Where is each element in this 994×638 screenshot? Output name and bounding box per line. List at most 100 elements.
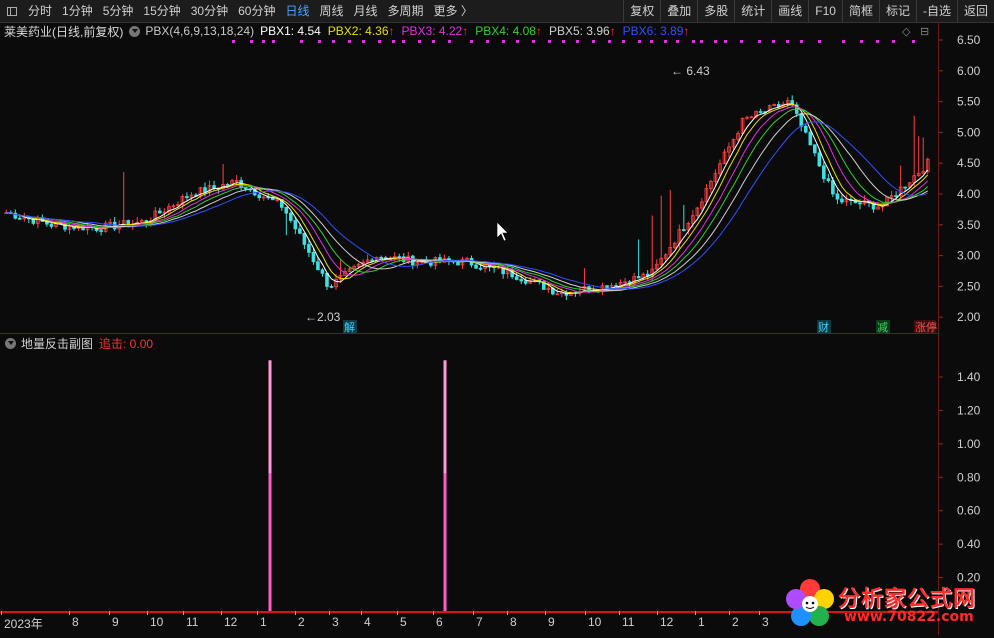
period-tab-timeshare[interactable]: 分时 — [23, 0, 57, 22]
sub-indicator-dropdown-icon[interactable] — [5, 337, 16, 349]
period-tab-monthly[interactable]: 月线 — [349, 0, 383, 22]
candle-body — [817, 152, 822, 167]
time-axis-tick — [221, 611, 222, 615]
multi-stock-button[interactable]: 多股 — [697, 0, 734, 22]
period-tab-60min[interactable]: 60分钟 — [233, 0, 280, 22]
candle-body — [808, 131, 813, 146]
period-tab-more[interactable]: 更多 〉 — [429, 0, 478, 22]
time-axis-label: 8 — [510, 615, 517, 629]
candle-body — [320, 269, 325, 274]
pbx5-line — [6, 113, 928, 292]
candle-body — [803, 125, 808, 133]
f10-button[interactable]: F10 — [808, 0, 842, 22]
stock-title: 莱美药业(日线,前复权) — [4, 24, 124, 39]
candle-body — [99, 230, 103, 232]
time-axis-label: 7 — [476, 615, 483, 629]
period-tab-weekly[interactable]: 周线 — [314, 0, 348, 22]
signal-dot — [562, 40, 565, 43]
signal-dot — [470, 40, 473, 43]
time-axis-label: 2 — [732, 615, 739, 629]
signal-dot — [516, 40, 519, 43]
draw-line-button[interactable]: 画线 — [771, 0, 808, 22]
chase-spike-series — [268, 360, 447, 611]
mark-button[interactable]: 标记 — [878, 0, 916, 22]
simple-frame-button[interactable]: 简框 — [841, 0, 879, 22]
signal-dot — [262, 40, 265, 43]
event-marker-unlock[interactable]: 解 — [343, 320, 357, 334]
time-axis-tick — [619, 611, 620, 615]
event-marker-finance[interactable]: 财 — [817, 320, 831, 334]
signal-dot — [432, 40, 435, 43]
signal-dot — [786, 40, 789, 43]
pbx4-value: PBX4: 4.08↑ — [475, 24, 542, 38]
signal-dot — [664, 40, 667, 43]
time-axis-label: 10 — [588, 615, 602, 629]
up-arrow-icon: ↑ — [388, 24, 395, 38]
up-arrow-icon: ↑ — [609, 24, 616, 38]
signal-dot — [800, 40, 803, 43]
low-price-label: ←2.03 — [305, 310, 341, 324]
period-tab-15min[interactable]: 15分钟 — [138, 0, 185, 22]
sub-tick-label: 1.00 — [957, 437, 981, 451]
pbx4-label: PBX4: 4.08 — [475, 24, 536, 38]
event-marker-reduce[interactable]: 减 — [876, 320, 890, 334]
pbx1-line — [6, 103, 929, 295]
signal-dot — [486, 40, 489, 43]
marker-unlock-label: 解 — [344, 320, 355, 334]
diamond-icon[interactable]: ◇ — [902, 25, 910, 38]
back-button[interactable]: 返回 — [956, 0, 994, 22]
remove-watchlist-button[interactable]: -自选 — [915, 0, 957, 22]
indicator-dropdown-icon[interactable] — [129, 25, 141, 37]
event-marker-limit-up[interactable]: 涨停 — [914, 320, 937, 334]
period-tab-multi[interactable]: 多周期 — [383, 0, 429, 22]
signal-dot — [842, 40, 845, 43]
period-tab-30min[interactable]: 30分钟 — [186, 0, 233, 22]
time-axis-tick — [295, 611, 296, 615]
pbx1-value: PBX1: 4.54 — [260, 24, 321, 38]
time-axis-label: 2023年 — [4, 617, 43, 631]
period-tab-5min[interactable]: 5分钟 — [98, 0, 139, 22]
candle-body — [840, 198, 844, 203]
signal-dot — [592, 40, 595, 43]
price-tick-label: 6.00 — [957, 64, 981, 78]
chase-spike-core — [268, 473, 272, 611]
time-axis-label: 11 — [622, 615, 635, 629]
time-axis-tick — [729, 611, 730, 615]
time-axis-label: 1 — [260, 615, 267, 629]
price-tick-label: 2.50 — [957, 279, 981, 293]
candle-body — [158, 210, 162, 214]
signal-dot — [608, 40, 611, 43]
price-tick-label: 2.00 — [957, 310, 981, 324]
time-axis-tick — [545, 611, 546, 615]
time-axis-label: 9 — [548, 615, 555, 629]
window-layout-icon[interactable] — [7, 6, 17, 16]
panel-collapse-icon[interactable]: ⊟ — [920, 25, 929, 38]
marker-finance-label: 财 — [818, 320, 829, 334]
signal-dot — [650, 40, 653, 43]
candle-body — [519, 279, 524, 282]
kline-chart[interactable]: ← 6.43 ←2.03 解 财 减 涨停 — [0, 22, 938, 635]
candle-body — [379, 256, 383, 259]
pbx6-line — [6, 121, 928, 290]
candle-body — [284, 206, 289, 214]
candle-body — [523, 280, 528, 284]
signal-dot — [362, 40, 365, 43]
candle-body — [49, 223, 54, 227]
overlay-button[interactable]: 叠加 — [660, 0, 697, 22]
time-axis-label: 10 — [150, 615, 164, 629]
period-tab-1min[interactable]: 1分钟 — [57, 0, 98, 22]
period-tab-daily[interactable]: 日线 — [280, 0, 314, 22]
candle-body — [474, 264, 478, 269]
price-tick-label: 3.00 — [957, 249, 981, 263]
candle-body — [329, 286, 334, 288]
signal-dot — [818, 40, 821, 43]
pbx5-value: PBX5: 3.96↑ — [549, 24, 616, 38]
candle-body — [758, 111, 763, 113]
adjust-button[interactable]: 复权 — [623, 0, 660, 22]
time-axis-tick — [433, 611, 434, 615]
time-axis-label: 5 — [400, 615, 407, 629]
candle-body — [858, 202, 862, 205]
signal-dot — [402, 40, 405, 43]
pbx3-value: PBX3: 4.22↑ — [402, 24, 469, 38]
statistics-button[interactable]: 统计 — [734, 0, 771, 22]
